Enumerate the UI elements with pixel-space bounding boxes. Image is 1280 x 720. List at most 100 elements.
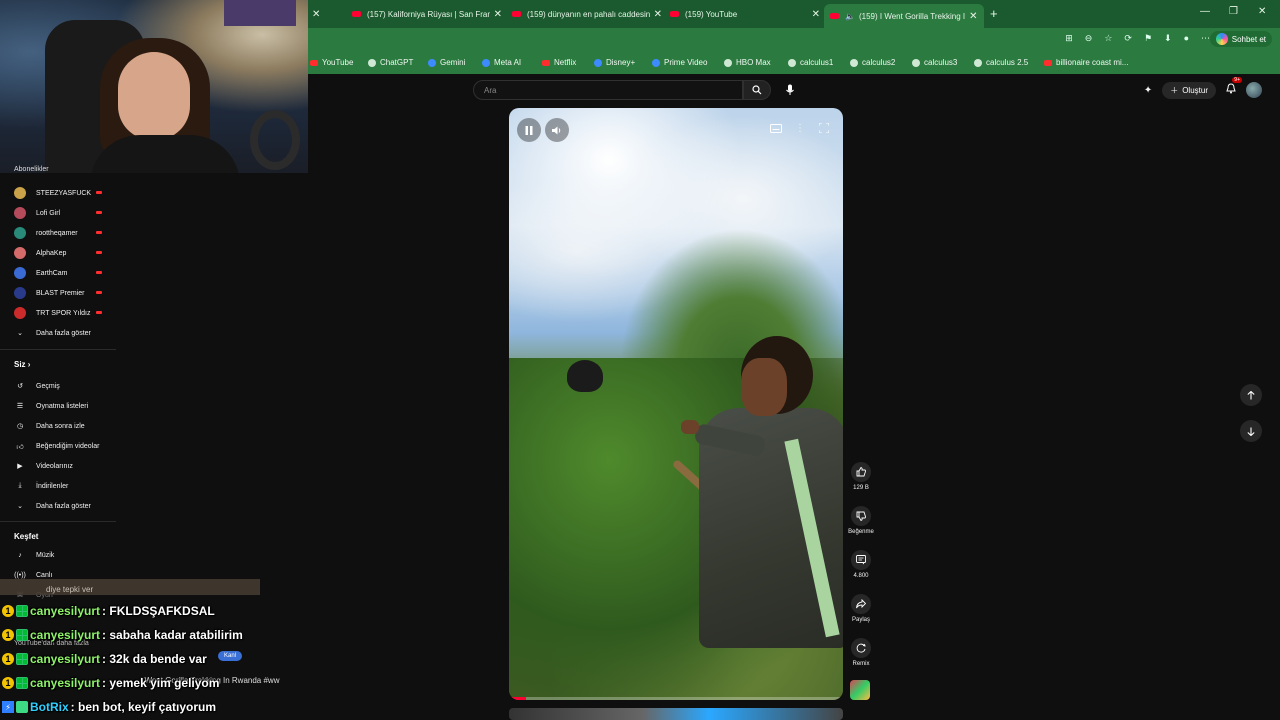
- voice-search-button[interactable]: [780, 80, 800, 100]
- sidebar-sub-lofi-girl[interactable]: Lofi Girl: [14, 207, 102, 219]
- chat-username: canyesilyurt: [30, 652, 101, 666]
- sidebar-sub-roottheqamer[interactable]: roottheqamer: [14, 227, 102, 239]
- close-tab-icon[interactable]: ✕: [494, 9, 502, 20]
- notifications-button[interactable]: 9+: [1226, 77, 1242, 99]
- sidebar-item-history[interactable]: ↺ Geçmiş: [14, 380, 60, 392]
- create-button[interactable]: ＋ Oluştur: [1162, 81, 1216, 99]
- thumbs-up-icon: [851, 462, 871, 482]
- share-action[interactable]: Paylaş: [846, 594, 876, 623]
- bookmark-item[interactable]: calculus2: [850, 58, 895, 67]
- bookmark-item[interactable]: billionaire coast mi...: [1044, 58, 1128, 67]
- globe-icon: [850, 58, 858, 67]
- cast-icon[interactable]: ✦: [1144, 85, 1152, 96]
- zoom-icon[interactable]: ⊖: [1085, 33, 1093, 44]
- browser-tab[interactable]: ✕: [308, 4, 342, 24]
- comment-count: 4.800: [853, 573, 869, 579]
- speaker-icon[interactable]: 🔈: [845, 12, 855, 21]
- bookmark-label: YouTube: [322, 58, 354, 67]
- copilot-label: Sohbet et: [1231, 34, 1266, 44]
- live-indicator: [96, 311, 102, 314]
- previous-short-button[interactable]: [1240, 384, 1262, 406]
- collections-icon[interactable]: ⚑: [1144, 33, 1152, 44]
- comments-action[interactable]: 4.800: [846, 550, 876, 579]
- close-tab-icon[interactable]: ✕: [312, 9, 320, 20]
- download-icon[interactable]: ⬇: [1164, 33, 1172, 44]
- notification-count: 9+: [1232, 77, 1242, 83]
- favorite-star-icon[interactable]: ☆: [1104, 33, 1112, 44]
- sidebar-sub-trt-spor[interactable]: TRT SPOR Yıldız: [14, 307, 102, 319]
- bookmark-item[interactable]: calculus1: [788, 58, 833, 67]
- sidebar-subs-header: Abonelikler: [14, 166, 49, 173]
- search-button[interactable]: [743, 80, 771, 100]
- like-action[interactable]: 129 B: [846, 462, 876, 491]
- grid-badge-icon: [16, 653, 28, 665]
- sidebar-item-label: Daha sonra izle: [36, 422, 85, 430]
- bookmark-item[interactable]: YouTube: [310, 58, 353, 67]
- dislike-label: Beğenme: [848, 529, 874, 535]
- close-tab-icon[interactable]: ✕: [969, 11, 977, 22]
- bookmark-item[interactable]: Netflix: [542, 58, 576, 67]
- more-menu-icon[interactable]: ⋯: [1201, 33, 1210, 44]
- sidebar-item-downloads[interactable]: ⤓ İndirilenler: [14, 480, 68, 492]
- fullscreen-button[interactable]: [815, 120, 833, 136]
- like-count: 129 B: [853, 485, 869, 491]
- browser-tab[interactable]: (159) dünyanın en pahalı caddesin ✕: [512, 4, 662, 24]
- browser-tab[interactable]: (157) Kaliforniya Rüyası | San Franc ✕: [352, 4, 502, 24]
- chevron-down-icon: ⌄: [17, 503, 23, 510]
- sidebar-sub-blast-premier[interactable]: BLAST Premier: [14, 287, 102, 299]
- more-options-button[interactable]: ⋮: [791, 120, 809, 136]
- bookmark-item[interactable]: Disney+: [594, 58, 635, 67]
- audio-source-thumbnail[interactable]: [850, 680, 870, 700]
- chat-text: : sabaha kadar atabilirim: [102, 628, 243, 642]
- section-header-you[interactable]: Siz ›: [14, 360, 30, 369]
- bookmark-item[interactable]: HBO Max: [724, 58, 771, 67]
- volume-button[interactable]: [545, 118, 569, 142]
- captions-button[interactable]: [767, 120, 785, 136]
- account-avatar[interactable]: [1246, 82, 1262, 98]
- subscribe-button[interactable]: Kanl: [218, 651, 243, 661]
- maximize-icon[interactable]: ❐: [1229, 6, 1238, 17]
- globe-icon: [788, 58, 796, 67]
- sidebar-item-music[interactable]: ♪ Müzik: [14, 549, 54, 561]
- bookmark-item[interactable]: Meta AI: [482, 58, 521, 67]
- dislike-action[interactable]: Beğenme: [846, 506, 876, 535]
- remix-action[interactable]: Remix: [846, 638, 876, 667]
- video-progress-bar[interactable]: [509, 697, 843, 700]
- sidebar-item-watch-later[interactable]: ◷ Daha sonra izle: [14, 420, 85, 432]
- browser-tab[interactable]: (159) YouTube ✕: [670, 4, 820, 24]
- close-tab-icon[interactable]: ✕: [812, 9, 820, 20]
- sidebar-show-more-subs[interactable]: ⌄ Daha fazla göster: [14, 327, 91, 339]
- bookmark-item[interactable]: calculus3: [912, 58, 957, 67]
- app-icon[interactable]: ⊞: [1065, 33, 1073, 44]
- sidebar-item-label: Beğendiğim videolar: [36, 442, 100, 450]
- bookmark-item[interactable]: ChatGPT: [368, 58, 413, 67]
- browser-tab-active[interactable]: 🔈 (159) I Went Gorilla Trekking I ✕: [824, 4, 984, 28]
- sub-badge-icon: 1: [2, 605, 14, 617]
- sidebar-show-more-you[interactable]: ⌄ Daha fazla göster: [14, 500, 91, 512]
- bookmark-item[interactable]: Prime Video: [652, 58, 707, 67]
- short-video-player[interactable]: ⋮: [509, 108, 843, 700]
- sidebar-item-your-videos[interactable]: ▶ Videolarınız: [14, 460, 73, 472]
- pause-button[interactable]: [517, 118, 541, 142]
- sidebar-item-playlists[interactable]: ☰ Oynatma listeleri: [14, 400, 88, 412]
- bookmark-item[interactable]: Gemini: [428, 58, 465, 67]
- bookmark-item[interactable]: calculus 2.5: [974, 58, 1028, 67]
- next-short-button[interactable]: [1240, 420, 1262, 442]
- sidebar-sub-alphakep[interactable]: AlphaKep: [14, 247, 102, 259]
- sidebar-item-liked-videos[interactable]: 👍︎ Beğendiğim videolar: [14, 440, 99, 452]
- next-short-preview[interactable]: [509, 708, 843, 720]
- grid-badge-icon: [16, 605, 28, 617]
- sidebar-sub-earthcam[interactable]: EarthCam: [14, 267, 102, 279]
- chat-username: canyesilyurt: [30, 604, 101, 618]
- share-icon: [851, 594, 871, 614]
- new-tab-button[interactable]: +: [990, 6, 998, 21]
- sidebar-sub-steezyasfuck[interactable]: STEEZYASFUCK: [14, 187, 102, 199]
- copilot-button[interactable]: Sohbet et: [1209, 31, 1272, 47]
- sub-badge-icon: 1: [2, 677, 14, 689]
- close-window-icon[interactable]: ✕: [1258, 6, 1266, 17]
- close-tab-icon[interactable]: ✕: [654, 9, 662, 20]
- search-input[interactable]: Ara: [473, 80, 743, 100]
- profile-icon[interactable]: ●: [1184, 33, 1189, 44]
- minimize-icon[interactable]: —: [1200, 6, 1210, 17]
- extensions-icon[interactable]: ⟳: [1124, 33, 1132, 44]
